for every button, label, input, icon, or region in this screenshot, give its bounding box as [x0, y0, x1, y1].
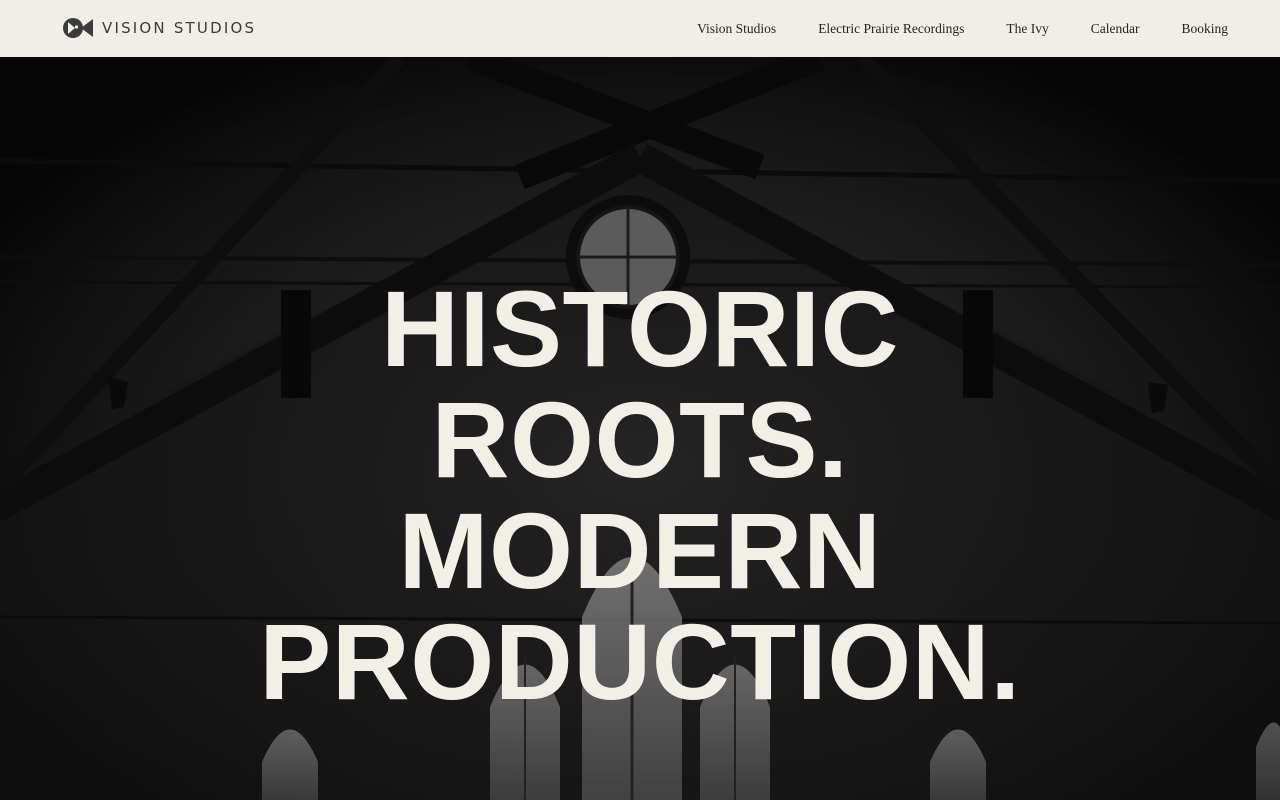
hero-headline: HISTORIC ROOTS. MODERN PRODUCTION.	[0, 273, 1280, 717]
fish-logo-icon	[63, 18, 93, 38]
headline-line-4: PRODUCTION.	[259, 601, 1021, 722]
brand-name: VISION STUDIOS	[102, 19, 257, 37]
nav-electric-prairie-recordings[interactable]: Electric Prairie Recordings	[818, 21, 964, 37]
headline-line-2: ROOTS.	[431, 379, 849, 500]
nav-the-ivy[interactable]: The Ivy	[1006, 21, 1048, 37]
brand-link[interactable]: VISION STUDIOS	[62, 15, 256, 41]
main-navigation: Vision Studios Electric Prairie Recordin…	[697, 0, 1228, 57]
headline-line-3: MODERN	[398, 490, 882, 611]
nav-calendar[interactable]: Calendar	[1091, 21, 1140, 37]
nav-vision-studios[interactable]: Vision Studios	[697, 21, 776, 37]
hero-section: HISTORIC ROOTS. MODERN PRODUCTION.	[0, 57, 1280, 800]
site-header: VISION STUDIOS Vision Studios Electric P…	[0, 0, 1280, 57]
headline-line-1: HISTORIC	[380, 268, 900, 389]
nav-booking[interactable]: Booking	[1181, 21, 1228, 37]
